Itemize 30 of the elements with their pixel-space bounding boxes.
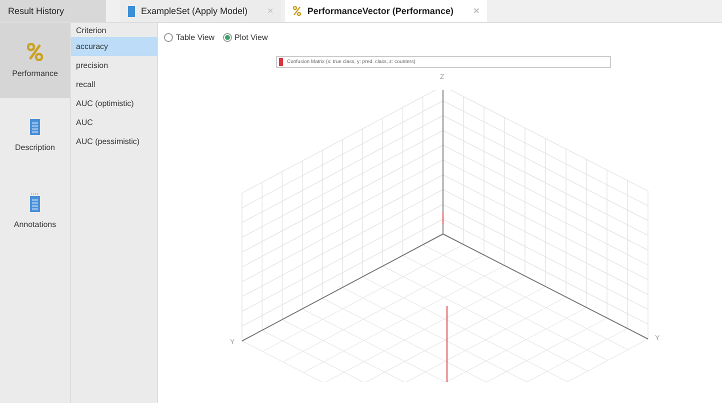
- criterion-item[interactable]: AUC: [71, 113, 157, 132]
- radio-label: Plot View: [234, 33, 268, 42]
- sidebar-item[interactable]: Performance: [0, 23, 70, 98]
- tab[interactable]: ExampleSet (Apply Model) ×: [120, 0, 282, 22]
- sidebar-label: Performance: [12, 69, 58, 78]
- tab-label: ExampleSet (Apply Model): [141, 6, 248, 16]
- sidebar-item[interactable]: Annotations: [0, 173, 70, 248]
- tab-label: Result History: [8, 6, 64, 16]
- criterion-item[interactable]: AUC (pessimistic): [71, 132, 157, 151]
- table-icon: [128, 6, 135, 16]
- tab[interactable]: Result History: [0, 0, 106, 22]
- criterion-item[interactable]: accuracy: [71, 37, 157, 56]
- sidebar-label: Annotations: [14, 220, 56, 228]
- criterion-item[interactable]: AUC (optimistic): [71, 94, 157, 113]
- percent-icon: [293, 6, 302, 16]
- list-header: Criterion: [75, 26, 108, 37]
- tab-label: PerformanceVector (Performance): [307, 6, 454, 16]
- radio-icon[interactable]: [164, 33, 173, 42]
- view-radio[interactable]: Table View: [164, 33, 215, 42]
- percent-icon: [27, 43, 43, 61]
- radio-icon[interactable]: [222, 33, 232, 42]
- tab[interactable]: PerformanceVector (Performance) ×: [285, 0, 488, 22]
- document-icon: [30, 119, 40, 135]
- sidebar-item[interactable]: Description: [0, 98, 70, 173]
- notes-icon: [30, 192, 40, 212]
- criterion-item[interactable]: precision: [71, 56, 157, 75]
- view-radio[interactable]: Plot View: [222, 33, 268, 42]
- radio-label: Table View: [176, 33, 215, 42]
- sidebar-label: Description: [14, 143, 55, 152]
- criterion-item[interactable]: recall: [71, 75, 157, 94]
